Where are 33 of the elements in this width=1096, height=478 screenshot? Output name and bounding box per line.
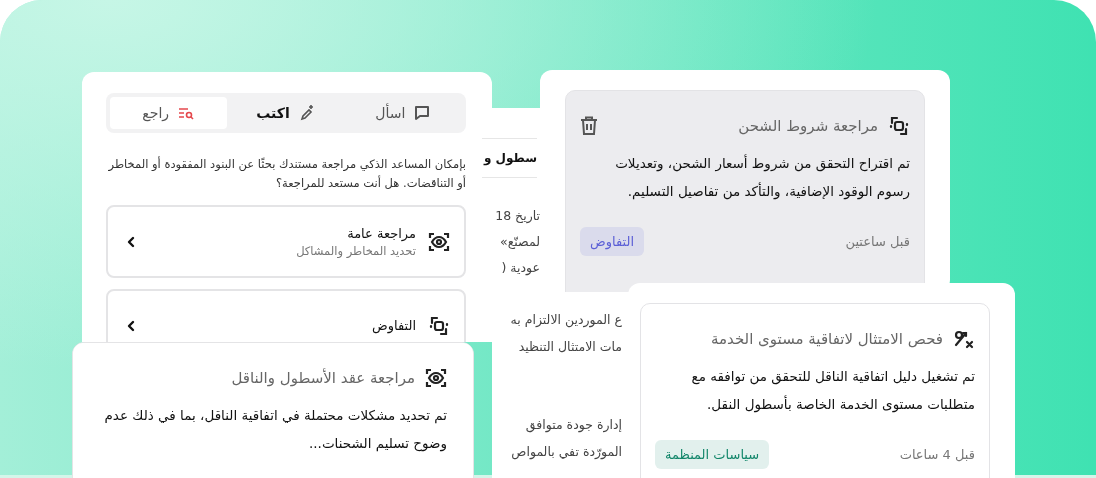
timestamp: قبل 4 ساعات xyxy=(899,447,975,462)
document-text: ع الموردين الالتزام به xyxy=(510,311,622,328)
card-description: تم اقتراح التحقق من شروط أسعار الشحن، وتعديلات رسوم الوقود الإضافية، والتأكد من تفاصيل التسليم. xyxy=(614,153,910,202)
document-text: مات الامتثال التنظيد xyxy=(517,338,622,355)
trash-icon[interactable] xyxy=(580,116,598,136)
tab[interactable]: اسأل xyxy=(344,97,462,129)
tab[interactable]: اكتب xyxy=(227,97,345,129)
tag: التفاوض xyxy=(580,227,645,256)
tag: سياسات المنظمة xyxy=(655,440,770,469)
review-option[interactable]: التفاوض xyxy=(106,289,466,342)
eye-icon xyxy=(428,230,450,253)
document-heading: سطول و xyxy=(481,138,537,178)
card-title: فحص الامتثال لاتفاقية مستوى الخدمة xyxy=(710,330,943,348)
card-title: مراجعة شروط الشحن xyxy=(737,117,878,135)
review-option[interactable]: مراجعة عامة تحديد المخاطر والمشاكل xyxy=(106,205,466,278)
chevron-icon[interactable] xyxy=(126,235,136,248)
tab[interactable]: راجع xyxy=(110,97,228,129)
chevron-icon[interactable] xyxy=(126,319,136,332)
timestamp: قبل ساعتين xyxy=(845,234,910,249)
document-text: عودية ( xyxy=(500,259,540,276)
document-text: تاريخ 18 xyxy=(494,207,540,224)
assistant-prompt: بإمكان المساعد الذكي مراجعة مستندك بحثًا عن البنود المفقودة أو المخاطر أو التناقضات. هل أنت مستعد للمراجعة؟ xyxy=(107,155,466,192)
card-description: تم تشغيل دليل اتفاقية الناقل للتحقق من توافقه مع متطلبات مستوى الخدمة الخاصة بأسطول النقل. xyxy=(690,367,975,415)
linked-squares-icon xyxy=(888,115,910,137)
eye-icon xyxy=(425,367,447,389)
document-text: لمصنّع» xyxy=(499,233,540,250)
card-title: مراجعة عقد الأسطول والناقل xyxy=(230,369,415,387)
document-text: المورّدة تفي بالمواص xyxy=(511,443,622,460)
document-text: إدارة جودة متوافق xyxy=(524,416,622,433)
card-description: تم تحديد مشكلات محتملة في اتفاقية الناقل، بما في ذلك عدم وضوح تسليم الشحنات... xyxy=(103,406,447,454)
linked-squares-icon xyxy=(428,314,450,337)
percent-cross-icon xyxy=(953,328,975,350)
chat-icon xyxy=(413,104,432,122)
